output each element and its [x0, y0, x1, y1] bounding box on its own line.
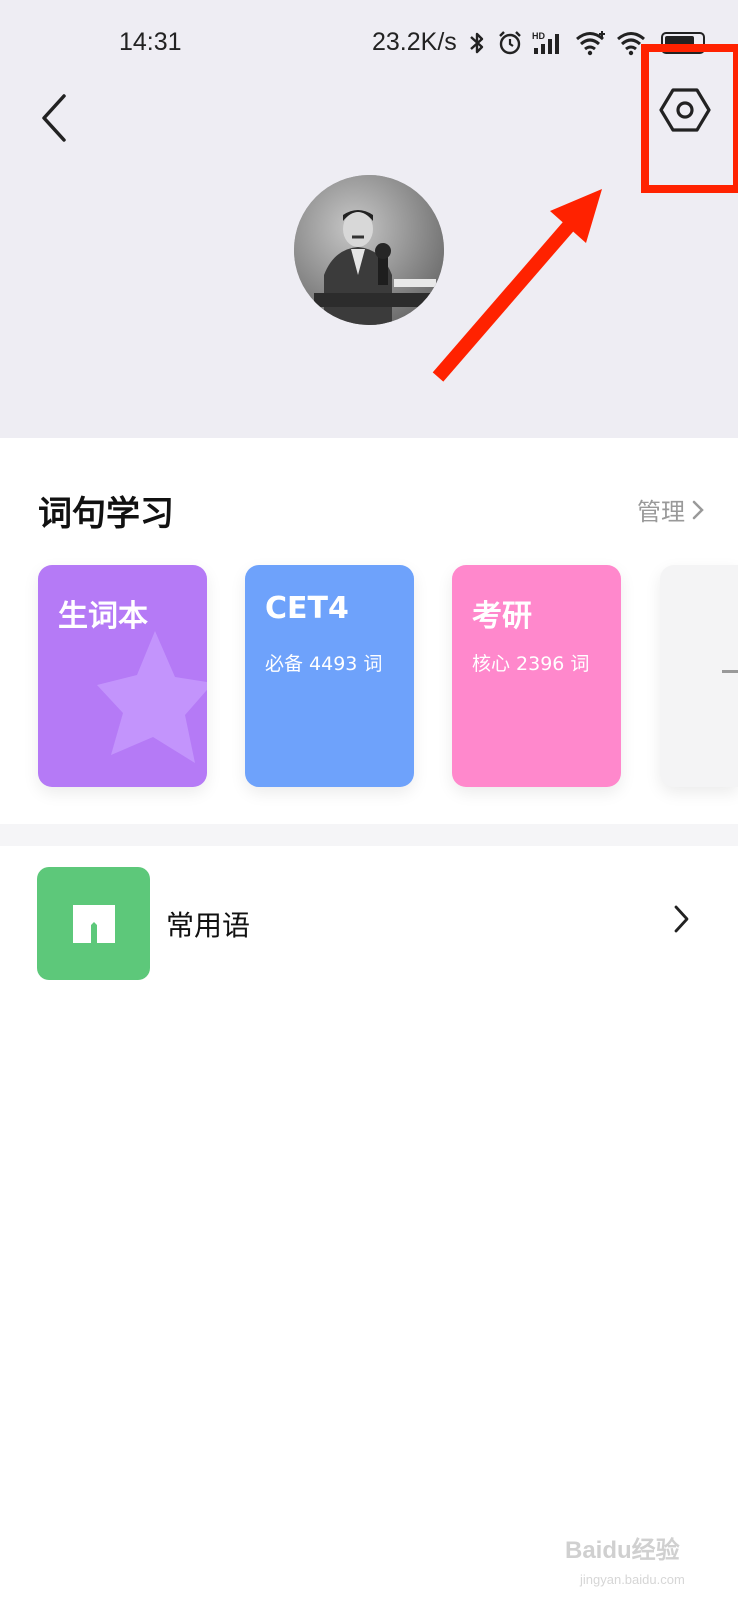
- card-title: CET4: [265, 591, 349, 626]
- card-kaoyan[interactable]: 考研 核心 2396 词: [452, 565, 621, 787]
- manage-button[interactable]: 管理: [637, 492, 705, 527]
- card-partial[interactable]: [660, 565, 738, 787]
- network-speed: 23.2K/s: [372, 28, 457, 56]
- avatar[interactable]: [294, 175, 444, 325]
- list-item-icon: [37, 867, 150, 980]
- card-wordbook[interactable]: 生词本: [38, 565, 207, 787]
- section-divider: [0, 824, 738, 846]
- user-avatar-photo: [294, 175, 444, 325]
- card-subtitle: 必备 4493 词: [265, 653, 383, 675]
- chevron-right-icon: [674, 905, 689, 933]
- dash-icon: [722, 670, 738, 673]
- card-subtitle: 核心 2396 词: [472, 653, 590, 675]
- watermark-brand: Baidu经验: [565, 1537, 680, 1564]
- list-item-label: 常用语: [166, 909, 251, 942]
- annotation-highlight-box: [641, 44, 738, 193]
- card-title: 生词本: [58, 599, 148, 634]
- bluetooth-icon: [469, 32, 483, 53]
- hd-signal-icon: HD: [532, 31, 559, 54]
- chevron-right-icon: [692, 500, 704, 519]
- vocab-section: 词句学习 管理 生词本 CET4 必备 4493 词 考研 核心 2396 词: [0, 438, 738, 824]
- annotation-arrow: [432, 189, 602, 382]
- book-icon: [73, 905, 115, 943]
- chevron-left-icon: [42, 94, 66, 142]
- manage-label: 管理: [637, 498, 685, 526]
- star-icon: [97, 631, 207, 763]
- section-title: 词句学习: [38, 494, 174, 534]
- card-title: 考研: [472, 599, 532, 634]
- status-bar: 14:31 23.2K/s HD: [0, 0, 738, 84]
- watermark-url: jingyan.baidu.com: [580, 1572, 685, 1587]
- back-button[interactable]: [30, 88, 80, 148]
- card-cet4[interactable]: CET4 必备 4493 词: [245, 565, 414, 787]
- list-item-common-phrases[interactable]: 常用语: [0, 846, 738, 980]
- status-time: 14:31: [119, 28, 182, 56]
- wifi-plus-icon: [575, 30, 605, 55]
- alarm-icon: [498, 30, 521, 54]
- svg-text:HD: HD: [532, 31, 545, 41]
